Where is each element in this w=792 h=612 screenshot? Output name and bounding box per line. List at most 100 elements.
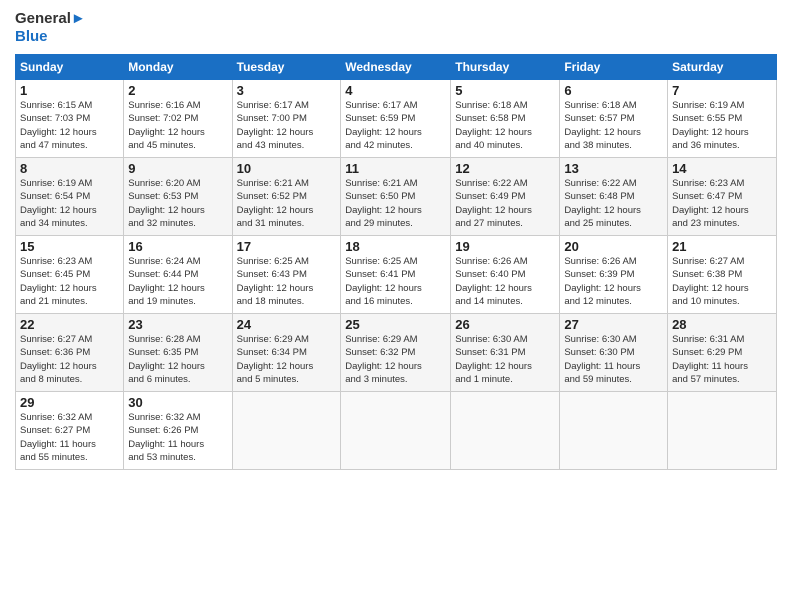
calendar-cell: 22Sunrise: 6:27 AMSunset: 6:36 PMDayligh…: [16, 314, 124, 392]
calendar-cell: 30Sunrise: 6:32 AMSunset: 6:26 PMDayligh…: [124, 392, 232, 470]
calendar-cell: 19Sunrise: 6:26 AMSunset: 6:40 PMDayligh…: [451, 236, 560, 314]
day-number: 12: [455, 161, 555, 176]
calendar-cell: 28Sunrise: 6:31 AMSunset: 6:29 PMDayligh…: [668, 314, 777, 392]
day-info: Sunrise: 6:23 AMSunset: 6:47 PMDaylight:…: [672, 177, 772, 230]
calendar-week-row: 1Sunrise: 6:15 AMSunset: 7:03 PMDaylight…: [16, 80, 777, 158]
day-info: Sunrise: 6:21 AMSunset: 6:50 PMDaylight:…: [345, 177, 446, 230]
day-number: 6: [564, 83, 663, 98]
day-info: Sunrise: 6:25 AMSunset: 6:43 PMDaylight:…: [237, 255, 337, 308]
day-info: Sunrise: 6:31 AMSunset: 6:29 PMDaylight:…: [672, 333, 772, 386]
calendar-body: 1Sunrise: 6:15 AMSunset: 7:03 PMDaylight…: [16, 80, 777, 470]
calendar-week-row: 29Sunrise: 6:32 AMSunset: 6:27 PMDayligh…: [16, 392, 777, 470]
header: General► Blue: [15, 10, 777, 46]
calendar-cell: 16Sunrise: 6:24 AMSunset: 6:44 PMDayligh…: [124, 236, 232, 314]
day-number: 25: [345, 317, 446, 332]
calendar-cell: 2Sunrise: 6:16 AMSunset: 7:02 PMDaylight…: [124, 80, 232, 158]
logo: General► Blue: [15, 10, 86, 46]
calendar-cell: 10Sunrise: 6:21 AMSunset: 6:52 PMDayligh…: [232, 158, 341, 236]
day-number: 11: [345, 161, 446, 176]
day-info: Sunrise: 6:19 AMSunset: 6:54 PMDaylight:…: [20, 177, 119, 230]
calendar-cell: 11Sunrise: 6:21 AMSunset: 6:50 PMDayligh…: [341, 158, 451, 236]
day-number: 30: [128, 395, 227, 410]
weekday-header: Monday: [124, 55, 232, 80]
calendar-cell: 20Sunrise: 6:26 AMSunset: 6:39 PMDayligh…: [560, 236, 668, 314]
day-number: 20: [564, 239, 663, 254]
day-info: Sunrise: 6:22 AMSunset: 6:48 PMDaylight:…: [564, 177, 663, 230]
day-info: Sunrise: 6:20 AMSunset: 6:53 PMDaylight:…: [128, 177, 227, 230]
day-number: 23: [128, 317, 227, 332]
calendar-cell: 9Sunrise: 6:20 AMSunset: 6:53 PMDaylight…: [124, 158, 232, 236]
day-number: 15: [20, 239, 119, 254]
day-number: 1: [20, 83, 119, 98]
calendar-cell: 21Sunrise: 6:27 AMSunset: 6:38 PMDayligh…: [668, 236, 777, 314]
calendar-cell: [451, 392, 560, 470]
day-number: 16: [128, 239, 227, 254]
day-number: 2: [128, 83, 227, 98]
calendar-cell: 6Sunrise: 6:18 AMSunset: 6:57 PMDaylight…: [560, 80, 668, 158]
day-info: Sunrise: 6:23 AMSunset: 6:45 PMDaylight:…: [20, 255, 119, 308]
day-info: Sunrise: 6:26 AMSunset: 6:40 PMDaylight:…: [455, 255, 555, 308]
weekday-header: Tuesday: [232, 55, 341, 80]
calendar-week-row: 8Sunrise: 6:19 AMSunset: 6:54 PMDaylight…: [16, 158, 777, 236]
calendar-cell: [668, 392, 777, 470]
calendar-cell: [560, 392, 668, 470]
weekday-header: Sunday: [16, 55, 124, 80]
calendar-cell: 27Sunrise: 6:30 AMSunset: 6:30 PMDayligh…: [560, 314, 668, 392]
weekday-header: Wednesday: [341, 55, 451, 80]
day-info: Sunrise: 6:29 AMSunset: 6:32 PMDaylight:…: [345, 333, 446, 386]
calendar-cell: 15Sunrise: 6:23 AMSunset: 6:45 PMDayligh…: [16, 236, 124, 314]
day-number: 29: [20, 395, 119, 410]
day-number: 21: [672, 239, 772, 254]
day-number: 19: [455, 239, 555, 254]
day-info: Sunrise: 6:18 AMSunset: 6:57 PMDaylight:…: [564, 99, 663, 152]
day-info: Sunrise: 6:27 AMSunset: 6:38 PMDaylight:…: [672, 255, 772, 308]
calendar-header-row: SundayMondayTuesdayWednesdayThursdayFrid…: [16, 55, 777, 80]
calendar-cell: 12Sunrise: 6:22 AMSunset: 6:49 PMDayligh…: [451, 158, 560, 236]
calendar-cell: 18Sunrise: 6:25 AMSunset: 6:41 PMDayligh…: [341, 236, 451, 314]
day-number: 26: [455, 317, 555, 332]
day-number: 4: [345, 83, 446, 98]
page-container: General► Blue SundayMondayTuesdayWednesd…: [0, 0, 792, 480]
calendar-cell: [341, 392, 451, 470]
day-number: 13: [564, 161, 663, 176]
day-number: 3: [237, 83, 337, 98]
logo-text: General► Blue: [15, 10, 86, 46]
day-info: Sunrise: 6:16 AMSunset: 7:02 PMDaylight:…: [128, 99, 227, 152]
day-info: Sunrise: 6:30 AMSunset: 6:31 PMDaylight:…: [455, 333, 555, 386]
calendar-cell: 13Sunrise: 6:22 AMSunset: 6:48 PMDayligh…: [560, 158, 668, 236]
calendar-cell: 1Sunrise: 6:15 AMSunset: 7:03 PMDaylight…: [16, 80, 124, 158]
day-info: Sunrise: 6:30 AMSunset: 6:30 PMDaylight:…: [564, 333, 663, 386]
calendar-cell: 7Sunrise: 6:19 AMSunset: 6:55 PMDaylight…: [668, 80, 777, 158]
weekday-header: Saturday: [668, 55, 777, 80]
calendar-cell: 8Sunrise: 6:19 AMSunset: 6:54 PMDaylight…: [16, 158, 124, 236]
day-number: 24: [237, 317, 337, 332]
calendar-cell: 25Sunrise: 6:29 AMSunset: 6:32 PMDayligh…: [341, 314, 451, 392]
day-info: Sunrise: 6:24 AMSunset: 6:44 PMDaylight:…: [128, 255, 227, 308]
day-info: Sunrise: 6:18 AMSunset: 6:58 PMDaylight:…: [455, 99, 555, 152]
day-info: Sunrise: 6:26 AMSunset: 6:39 PMDaylight:…: [564, 255, 663, 308]
day-number: 5: [455, 83, 555, 98]
calendar-cell: 23Sunrise: 6:28 AMSunset: 6:35 PMDayligh…: [124, 314, 232, 392]
calendar-week-row: 15Sunrise: 6:23 AMSunset: 6:45 PMDayligh…: [16, 236, 777, 314]
day-number: 28: [672, 317, 772, 332]
calendar-table: SundayMondayTuesdayWednesdayThursdayFrid…: [15, 54, 777, 470]
day-number: 8: [20, 161, 119, 176]
calendar-cell: 5Sunrise: 6:18 AMSunset: 6:58 PMDaylight…: [451, 80, 560, 158]
day-number: 10: [237, 161, 337, 176]
calendar-cell: 14Sunrise: 6:23 AMSunset: 6:47 PMDayligh…: [668, 158, 777, 236]
day-number: 18: [345, 239, 446, 254]
day-info: Sunrise: 6:28 AMSunset: 6:35 PMDaylight:…: [128, 333, 227, 386]
weekday-header: Thursday: [451, 55, 560, 80]
day-number: 17: [237, 239, 337, 254]
calendar-cell: 26Sunrise: 6:30 AMSunset: 6:31 PMDayligh…: [451, 314, 560, 392]
calendar-cell: 24Sunrise: 6:29 AMSunset: 6:34 PMDayligh…: [232, 314, 341, 392]
day-info: Sunrise: 6:19 AMSunset: 6:55 PMDaylight:…: [672, 99, 772, 152]
day-info: Sunrise: 6:32 AMSunset: 6:27 PMDaylight:…: [20, 411, 119, 464]
calendar-cell: 17Sunrise: 6:25 AMSunset: 6:43 PMDayligh…: [232, 236, 341, 314]
day-info: Sunrise: 6:17 AMSunset: 7:00 PMDaylight:…: [237, 99, 337, 152]
day-number: 22: [20, 317, 119, 332]
calendar-cell: 4Sunrise: 6:17 AMSunset: 6:59 PMDaylight…: [341, 80, 451, 158]
calendar-week-row: 22Sunrise: 6:27 AMSunset: 6:36 PMDayligh…: [16, 314, 777, 392]
day-info: Sunrise: 6:25 AMSunset: 6:41 PMDaylight:…: [345, 255, 446, 308]
weekday-header: Friday: [560, 55, 668, 80]
